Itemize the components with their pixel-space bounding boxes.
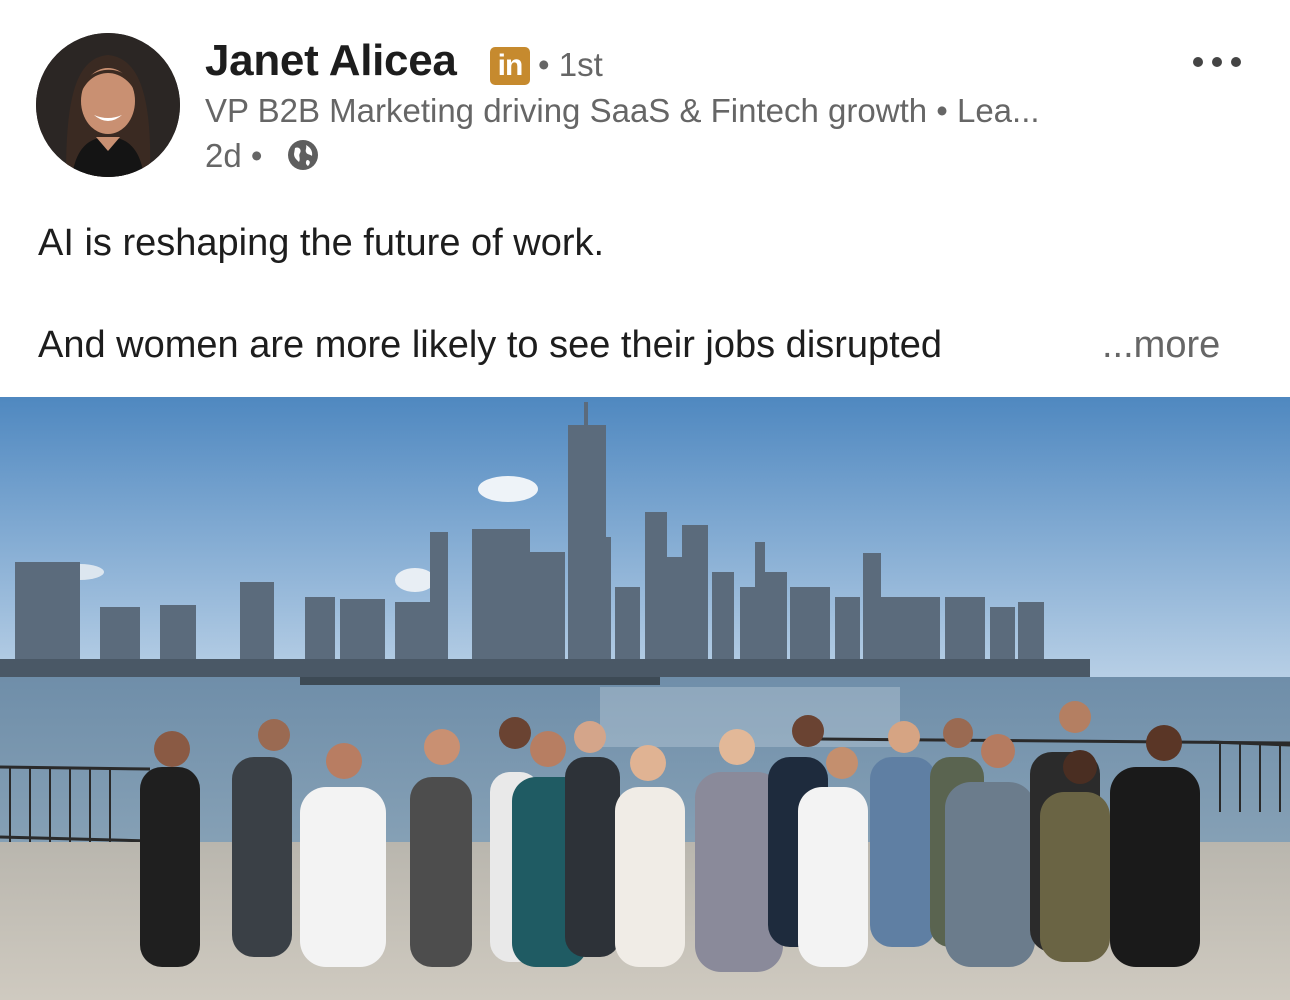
connection-degree: • 1st (538, 46, 603, 83)
post-text-line-2: And women are more likely to see their j… (38, 324, 943, 366)
post-text-line-1: AI is reshaping the future of work. (38, 222, 605, 264)
more-options-icon[interactable] (1193, 50, 1241, 74)
author-avatar[interactable] (36, 33, 180, 177)
see-more-link[interactable]: ...more (1102, 324, 1220, 367)
post-timestamp: 2d • (205, 137, 263, 174)
post-image[interactable] (0, 397, 1290, 1000)
post-header: Janet Alicea in • 1st VP B2B Marketing d… (0, 0, 1290, 200)
author-name[interactable]: Janet Alicea (205, 36, 457, 86)
author-headline: VP B2B Marketing driving SaaS & Fintech … (205, 92, 1040, 129)
globe-icon (288, 140, 318, 170)
linkedin-badge-icon: in (490, 47, 530, 85)
